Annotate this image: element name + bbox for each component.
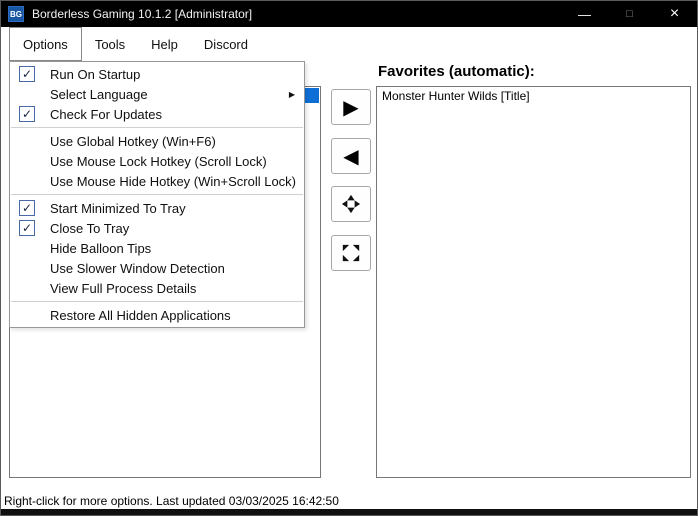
checkbox-checked-icon: ✓	[19, 200, 35, 216]
close-button[interactable]: ×	[652, 1, 697, 27]
diagonal-arrows-icon	[342, 244, 360, 262]
menu-item-view-full-process-details[interactable]: View Full Process Details	[10, 278, 304, 298]
menu-item-check-for-updates[interactable]: ✓ Check For Updates	[10, 104, 304, 124]
make-borderless-button[interactable]	[331, 186, 371, 222]
app-icon[interactable]: BG	[8, 6, 24, 22]
minimize-button[interactable]: —	[562, 1, 607, 27]
app-window: BG Borderless Gaming 10.1.2 [Administrat…	[0, 0, 698, 516]
menu-item-label: Close To Tray	[50, 220, 130, 236]
menu-item-label: Restore All Hidden Applications	[50, 307, 231, 323]
window-bottom-edge	[1, 509, 697, 515]
status-bar: Right-click for more options. Last updat…	[1, 492, 697, 509]
window-controls: — □ ×	[562, 1, 697, 27]
status-text: Right-click for more options. Last updat…	[4, 493, 339, 508]
checkbox-checked-icon: ✓	[19, 220, 35, 236]
menu-item-label: Use Global Hotkey (Win+F6)	[50, 133, 216, 149]
menu-tools[interactable]: Tools	[82, 27, 138, 61]
menu-options[interactable]: Options	[9, 27, 82, 61]
menu-item-use-mouse-lock-hotkey[interactable]: Use Mouse Lock Hotkey (Scroll Lock)	[10, 151, 304, 171]
menu-separator	[11, 194, 303, 195]
menu-item-label: Use Slower Window Detection	[50, 260, 225, 276]
submenu-arrow-icon: ▶	[288, 89, 295, 99]
options-dropdown-menu: ✓ Run On Startup Select Language ▶ ✓ Che…	[9, 61, 305, 328]
menu-item-label: Use Mouse Lock Hotkey (Scroll Lock)	[50, 153, 267, 169]
arrow-right-icon: ▶	[343, 95, 359, 119]
remove-from-favorites-button[interactable]: ◀	[331, 138, 371, 174]
add-to-favorites-button[interactable]: ▶	[331, 89, 371, 125]
menu-item-use-mouse-hide-hotkey[interactable]: Use Mouse Hide Hotkey (Win+Scroll Lock)	[10, 171, 304, 191]
menu-separator	[11, 127, 303, 128]
menu-bar: Options Tools Help Discord	[1, 27, 697, 61]
menu-item-label: View Full Process Details	[50, 280, 197, 296]
menu-item-hide-balloon-tips[interactable]: Hide Balloon Tips	[10, 238, 304, 258]
menu-item-label: Run On Startup	[50, 66, 141, 82]
expand-arrows-icon	[341, 194, 361, 214]
menu-item-label: Use Mouse Hide Hotkey (Win+Scroll Lock)	[50, 173, 296, 189]
menu-discord[interactable]: Discord	[191, 27, 261, 61]
menu-item-label: Start Minimized To Tray	[50, 200, 186, 216]
menu-item-use-slower-window-detection[interactable]: Use Slower Window Detection	[10, 258, 304, 278]
menu-separator	[11, 301, 303, 302]
checkbox-checked-icon: ✓	[19, 66, 35, 82]
menu-help[interactable]: Help	[138, 27, 191, 61]
favorites-list[interactable]: Monster Hunter Wilds [Title]	[376, 86, 691, 478]
menu-item-restore-all-hidden-applications[interactable]: Restore All Hidden Applications	[10, 305, 304, 325]
menu-item-start-minimized-to-tray[interactable]: ✓ Start Minimized To Tray	[10, 198, 304, 218]
menu-item-label: Select Language	[50, 86, 148, 102]
maximize-button[interactable]: □	[607, 1, 652, 27]
arrow-left-icon: ◀	[343, 144, 359, 168]
title-bar: BG Borderless Gaming 10.1.2 [Administrat…	[1, 1, 697, 27]
menu-item-use-global-hotkey[interactable]: Use Global Hotkey (Win+F6)	[10, 131, 304, 151]
menu-item-label: Hide Balloon Tips	[50, 240, 152, 256]
favorites-header: Favorites (automatic):	[378, 63, 535, 80]
menu-item-close-to-tray[interactable]: ✓ Close To Tray	[10, 218, 304, 238]
menu-item-run-on-startup[interactable]: ✓ Run On Startup	[10, 64, 304, 84]
fullscreen-button[interactable]	[331, 235, 371, 271]
checkbox-checked-icon: ✓	[19, 106, 35, 122]
favorites-list-item[interactable]: Monster Hunter Wilds [Title]	[377, 87, 690, 105]
window-title: Borderless Gaming 10.1.2 [Administrator]	[32, 7, 253, 21]
menu-item-label: Check For Updates	[50, 106, 162, 122]
menu-item-select-language[interactable]: Select Language ▶	[10, 84, 304, 104]
